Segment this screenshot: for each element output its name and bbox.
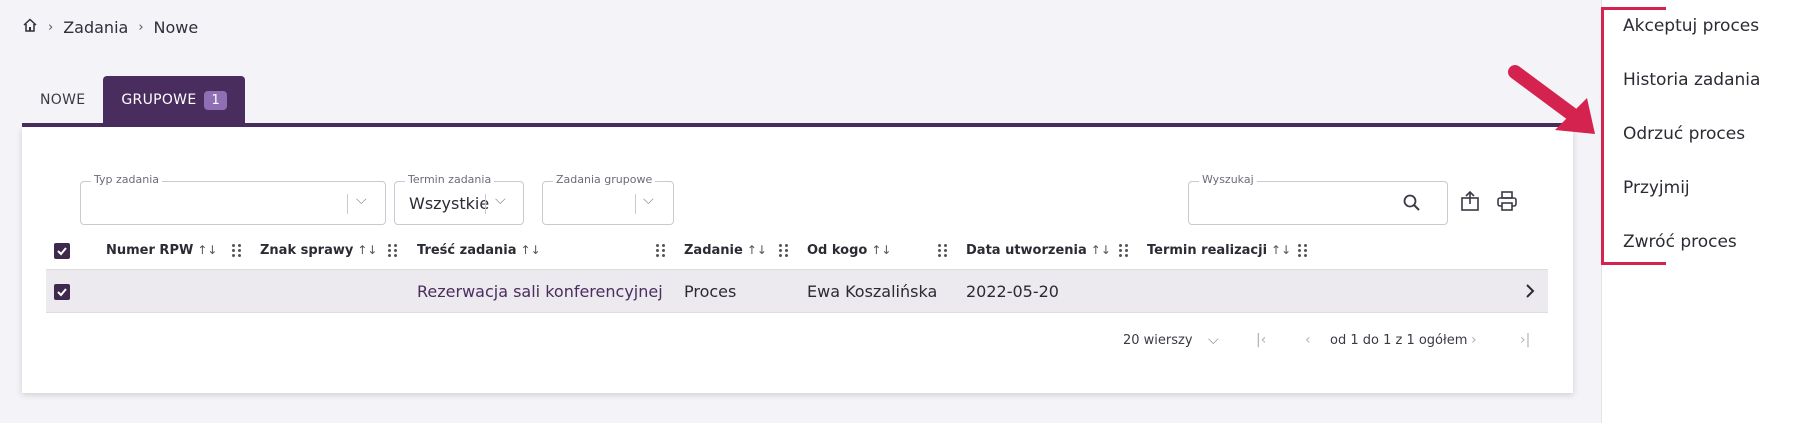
column-label: Znak sprawy bbox=[260, 243, 354, 258]
divider bbox=[347, 194, 348, 214]
field-label: Typ zadania bbox=[91, 173, 163, 186]
drag-handle-icon[interactable] bbox=[938, 244, 948, 258]
table-row[interactable]: Rezerwacja sali konferencyjnej Proces Ew… bbox=[46, 269, 1548, 313]
export-icon[interactable] bbox=[1456, 187, 1484, 215]
column-label: Zadanie bbox=[684, 243, 743, 258]
home-icon[interactable] bbox=[22, 17, 38, 37]
drag-handle-icon[interactable] bbox=[388, 244, 398, 258]
select-all-checkbox[interactable] bbox=[54, 243, 70, 259]
column-label: Termin realizacji bbox=[1147, 243, 1268, 258]
field-value: Wszystkie bbox=[409, 194, 490, 213]
sort-icon[interactable]: ↑↓ bbox=[1091, 243, 1111, 257]
sort-icon[interactable]: ↑↓ bbox=[197, 243, 217, 257]
column-header-znak-sprawy[interactable]: Znak sprawy ↑↓ bbox=[260, 243, 377, 258]
search-input[interactable]: Wyszukaj bbox=[1188, 173, 1448, 225]
column-label: Od kogo bbox=[807, 243, 868, 258]
divider bbox=[485, 194, 486, 214]
cell-data-utworzenia: 2022-05-20 bbox=[966, 282, 1059, 301]
tab-nowe[interactable]: NOWE bbox=[22, 76, 103, 124]
column-header-data-utworzenia[interactable]: Data utworzenia ↑↓ bbox=[966, 243, 1111, 258]
chevron-right-icon: › bbox=[138, 19, 144, 35]
cell-zadanie: Proces bbox=[684, 282, 737, 301]
table-header: Numer RPW ↑↓ Znak sprawy ↑↓ Treść zadania ↑… bbox=[46, 233, 1548, 269]
chevron-right-icon[interactable] bbox=[1524, 283, 1536, 303]
sort-icon[interactable]: ↑↓ bbox=[357, 243, 377, 257]
drag-handle-icon[interactable] bbox=[1119, 244, 1129, 258]
drag-handle-icon[interactable] bbox=[232, 244, 242, 258]
field-label: Zadania grupowe bbox=[553, 173, 656, 186]
breadcrumb: › Zadania › Nowe bbox=[22, 17, 198, 37]
page-range-text: od 1 do 1 z 1 ogółem bbox=[1330, 333, 1468, 348]
zadania-grupowe-select[interactable]: Zadania grupowe ⌵ bbox=[542, 173, 674, 225]
typ-zadania-select[interactable]: Typ zadania ⌵ bbox=[80, 173, 386, 225]
annotation-arrow-icon bbox=[1508, 65, 1595, 134]
breadcrumb-item-nowe: Nowe bbox=[153, 17, 199, 37]
sort-icon[interactable]: ↑↓ bbox=[871, 243, 891, 257]
chevron-right-icon: › bbox=[48, 19, 54, 35]
tab-bar: NOWE GRUPOWE 1 bbox=[22, 76, 246, 124]
field-label: Wyszukaj bbox=[1199, 173, 1257, 186]
count-badge: 1 bbox=[204, 90, 228, 110]
column-header-tresc-zadania[interactable]: Treść zadania ↑↓ bbox=[417, 243, 541, 258]
sort-icon[interactable]: ↑↓ bbox=[1271, 243, 1291, 257]
cell-od-kogo: Ewa Koszalińska bbox=[807, 282, 938, 301]
chevron-down-icon[interactable]: ⌵ bbox=[356, 192, 367, 208]
tab-label: NOWE bbox=[40, 92, 86, 108]
cell-tresc-zadania[interactable]: Rezerwacja sali konferencyjnej bbox=[417, 282, 663, 301]
column-label: Treść zadania bbox=[417, 243, 517, 258]
first-page-icon[interactable]: |‹ bbox=[1256, 332, 1266, 348]
chevron-down-icon[interactable]: ⌵ bbox=[495, 192, 506, 208]
search-icon[interactable] bbox=[1402, 193, 1422, 217]
rows-per-page-dropdown-icon[interactable]: ⌵ bbox=[1208, 332, 1219, 348]
tasks-panel: Typ zadania ⌵ Termin zadania Wszystkie ⌵… bbox=[22, 127, 1573, 393]
field-label: Termin zadania bbox=[405, 173, 495, 186]
column-header-termin-realizacji[interactable]: Termin realizacji ↑↓ bbox=[1147, 243, 1291, 258]
highlight-bracket bbox=[1601, 7, 1666, 265]
termin-zadania-select[interactable]: Termin zadania Wszystkie ⌵ bbox=[394, 173, 524, 225]
print-icon[interactable] bbox=[1493, 187, 1521, 215]
next-page-icon[interactable]: › bbox=[1471, 332, 1477, 348]
column-label: Data utworzenia bbox=[966, 243, 1087, 258]
drag-handle-icon[interactable] bbox=[779, 244, 789, 258]
drag-handle-icon[interactable] bbox=[656, 244, 666, 258]
sort-icon[interactable]: ↑↓ bbox=[521, 243, 541, 257]
chevron-down-icon[interactable]: ⌵ bbox=[643, 192, 654, 208]
row-checkbox[interactable] bbox=[54, 284, 70, 300]
rows-per-page-label: 20 wierszy bbox=[1123, 333, 1193, 348]
sort-icon[interactable]: ↑↓ bbox=[747, 243, 767, 257]
column-header-zadanie[interactable]: Zadanie ↑↓ bbox=[684, 243, 767, 258]
tab-label: GRUPOWE bbox=[121, 92, 197, 108]
last-page-icon[interactable]: ›| bbox=[1520, 332, 1530, 348]
column-header-od-kogo[interactable]: Od kogo ↑↓ bbox=[807, 243, 891, 258]
tab-grupowe[interactable]: GRUPOWE 1 bbox=[103, 76, 246, 124]
drag-handle-icon[interactable] bbox=[1298, 244, 1308, 258]
column-label: Numer RPW bbox=[106, 243, 194, 258]
column-header-numer-rpw[interactable]: Numer RPW ↑↓ bbox=[106, 243, 217, 258]
breadcrumb-item-zadania[interactable]: Zadania bbox=[63, 18, 128, 37]
prev-page-icon[interactable]: ‹ bbox=[1305, 332, 1311, 348]
divider bbox=[635, 194, 636, 214]
